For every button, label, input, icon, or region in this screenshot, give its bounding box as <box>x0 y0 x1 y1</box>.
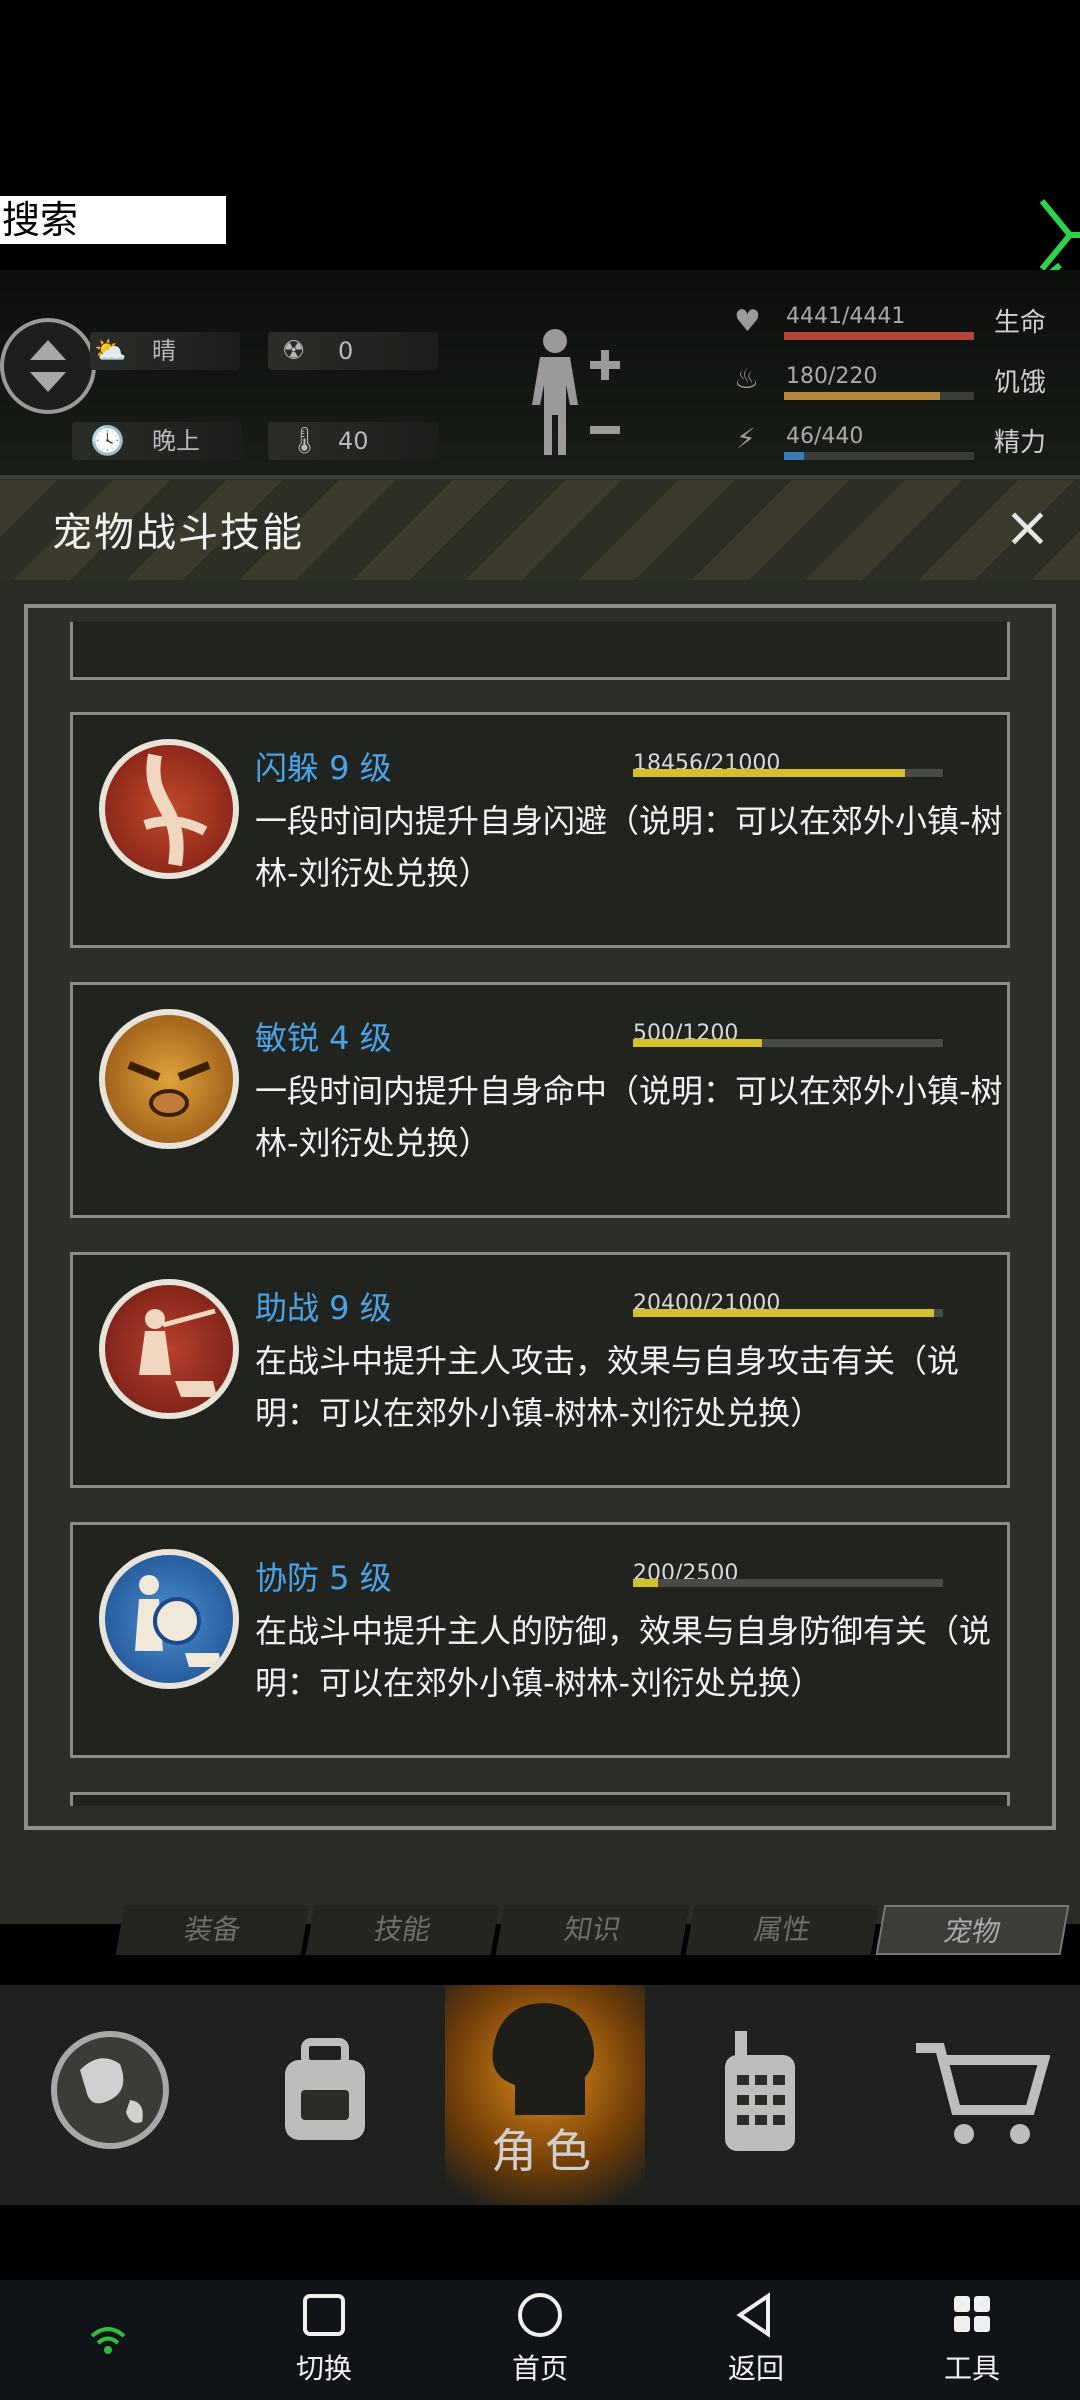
temperature-pill: 🌡 40 <box>268 422 438 460</box>
energy-icon: ⚡ <box>736 422 756 455</box>
time-pill: 🕓 晚上 <box>72 422 242 460</box>
head-gear-icon <box>492 2003 594 2115</box>
grid-icon <box>954 2296 990 2332</box>
radio-icon[interactable] <box>705 2025 815 2155</box>
globe-icon[interactable] <box>50 2030 170 2150</box>
switch-label: 切换 <box>295 2352 352 2385</box>
character-label: 角色 <box>491 2124 599 2178</box>
clock-icon: 🕓 <box>90 424 125 457</box>
weather-pill: ⛅ 晴 <box>90 332 240 370</box>
skill-card-guard[interactable]: 协防 5 级 200/2500 在战斗中提升主人的防御，效果与自身防御有关（说明… <box>70 1522 1010 1758</box>
radiation-pill: ☢ 0 <box>268 332 438 370</box>
cloud-sun-icon: ⛅ <box>94 336 127 366</box>
vitals-panel: ♥ 4441/4441 生命 ♨ 180/220 饥饿 ⚡ 46/440 精力 <box>728 300 1080 470</box>
skill-name: 敏锐 4 级 <box>255 1019 392 1057</box>
skill-name: 助战 9 级 <box>255 1289 392 1327</box>
thermometer-icon: 🌡 <box>288 426 322 456</box>
body-status-icon[interactable] <box>520 325 630 465</box>
list-item-partial <box>70 1792 1010 1806</box>
skill-xp-bar <box>633 1309 943 1317</box>
skill-description: 在战斗中提升主人的防御，效果与自身防御有关（说明：可以在郊外小镇-树林-刘衍处兑… <box>255 1612 992 1702</box>
heart-icon: ♥ <box>734 304 761 339</box>
health-value: 4441/4441 <box>786 304 906 329</box>
square-icon <box>303 2294 345 2336</box>
keen-icon <box>99 1009 239 1149</box>
shopping-cart-icon[interactable] <box>910 2030 1050 2150</box>
energy-value: 46/440 <box>786 424 864 449</box>
skill-card-dodge[interactable]: 闪躲 9 级 18456/21000 一段时间内提升自身闪避（说明：可以在郊外小… <box>70 712 1010 948</box>
triangle-back-icon <box>736 2292 770 2338</box>
temperature-value: 40 <box>338 427 369 455</box>
skill-description: 在战斗中提升主人攻击，效果与自身攻击有关（说明：可以在郊外小镇-树林-刘衍处兑换… <box>255 1342 960 1432</box>
radiation-icon: ☢ <box>282 336 306 366</box>
food-icon: ♨ <box>734 362 760 395</box>
tab-attributes[interactable]: 属性 <box>685 1905 880 1955</box>
switch-button[interactable]: 切换 <box>264 2290 384 2387</box>
skill-name: 闪躲 9 级 <box>255 749 392 787</box>
wifi-icon <box>90 2327 126 2354</box>
radiation-value: 0 <box>338 337 354 365</box>
skill-xp-bar <box>633 1579 943 1587</box>
backpack-icon[interactable] <box>265 2030 385 2150</box>
hunger-label: 饥饿 <box>994 368 1047 398</box>
home-button[interactable]: 首页 <box>480 2290 600 2387</box>
health-bar <box>784 332 974 340</box>
health-label: 生命 <box>994 308 1047 338</box>
character-tab[interactable]: 角色 <box>445 1985 645 2205</box>
skill-card-keen[interactable]: 敏锐 4 级 500/1200 一段时间内提升自身命中（说明：可以在郊外小镇-树… <box>70 982 1010 1218</box>
scroll-toggle-button[interactable] <box>0 318 96 414</box>
energy-bar <box>784 452 804 460</box>
skill-description: 一段时间内提升自身闪避（说明：可以在郊外小镇-树林-刘衍处兑换） <box>255 802 1003 892</box>
skill-card-assist[interactable]: 助战 9 级 20400/21000 在战斗中提升主人攻击，效果与自身攻击有关（… <box>70 1252 1010 1488</box>
dodge-icon <box>99 739 239 879</box>
category-tabs: 装备 技能 知识 属性 宠物 <box>100 1905 1070 1955</box>
vital-hunger: ♨ 180/220 饥饿 <box>728 360 1080 410</box>
panel-title: 宠物战斗技能 <box>52 510 304 556</box>
time-of-day: 晚上 <box>152 427 200 455</box>
vital-energy: ⚡ 46/440 精力 <box>728 420 1080 470</box>
hunger-value: 180/220 <box>786 364 878 389</box>
hunger-bar <box>784 392 940 400</box>
tab-pet[interactable]: 宠物 <box>875 1905 1070 1955</box>
back-label: 返回 <box>727 2352 784 2385</box>
tools-button[interactable]: 工具 <box>912 2290 1032 2387</box>
circle-icon <box>518 2293 562 2337</box>
back-button[interactable]: 返回 <box>696 2290 816 2387</box>
up-down-icon <box>30 340 66 392</box>
assist-icon <box>99 1279 239 1419</box>
skill-xp-bar <box>633 1039 943 1047</box>
skill-description: 一段时间内提升自身命中（说明：可以在郊外小镇-树林-刘衍处兑换） <box>255 1072 1003 1162</box>
list-item-partial <box>70 622 1010 680</box>
weather-condition: 晴 <box>152 337 176 365</box>
guard-icon <box>99 1549 239 1689</box>
tab-equipment[interactable]: 装备 <box>115 1905 310 1955</box>
vital-health: ♥ 4441/4441 生命 <box>728 300 1080 350</box>
close-icon[interactable]: × <box>1004 500 1051 556</box>
search-label[interactable]: 搜索 <box>0 196 226 244</box>
tab-skills[interactable]: 技能 <box>305 1905 500 1955</box>
tab-knowledge[interactable]: 知识 <box>495 1905 690 1955</box>
home-label: 首页 <box>511 2352 568 2385</box>
skill-name: 协防 5 级 <box>255 1559 392 1597</box>
skill-xp-bar <box>633 769 943 777</box>
energy-label: 精力 <box>994 428 1047 458</box>
tools-label: 工具 <box>943 2352 1000 2385</box>
